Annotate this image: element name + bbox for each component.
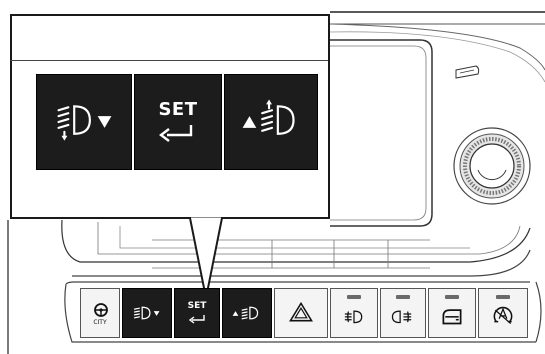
- return-arrow-icon: [188, 315, 205, 324]
- led-indicator: [445, 295, 459, 299]
- zoom-headlight-level-up-button[interactable]: [224, 74, 318, 170]
- zoom-set-return-button[interactable]: SET: [134, 74, 222, 170]
- steering-wheel-icon: [94, 303, 108, 317]
- headlight-beam-down-icon: [133, 306, 160, 320]
- zoom-panel-divider: [10, 60, 328, 61]
- return-arrow-icon: [159, 125, 193, 142]
- city-label: CITY: [93, 319, 107, 326]
- led-indicator: [496, 295, 510, 299]
- led-indicator: [396, 295, 410, 299]
- triangle-up-icon: [242, 116, 257, 128]
- door-lock-button[interactable]: [428, 288, 476, 338]
- zoom-headlight-level-down-button[interactable]: [36, 74, 132, 170]
- headlight-beam-up-icon: [242, 99, 295, 135]
- rear-fog-light-button[interactable]: [380, 288, 426, 338]
- headlight-level-down-button[interactable]: [122, 288, 172, 338]
- led-indicator: [347, 295, 361, 299]
- hazard-button[interactable]: [274, 288, 328, 338]
- headlight-level-up-button[interactable]: [222, 288, 272, 338]
- city-button[interactable]: CITY: [80, 288, 120, 338]
- headlight-beam-down-icon: [57, 105, 112, 141]
- headlight-beam-up-icon: [232, 306, 259, 320]
- front-fog-light-button[interactable]: [330, 288, 378, 338]
- rotary-knob[interactable]: [453, 127, 531, 205]
- triangle-down-icon: [97, 116, 112, 128]
- hazard-warning-icon: [289, 301, 313, 322]
- set-return-button[interactable]: SET: [174, 288, 220, 338]
- auto-start-stop-button[interactable]: [478, 288, 528, 338]
